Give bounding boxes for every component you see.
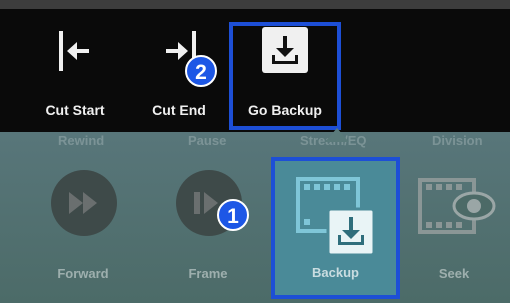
fast-forward-icon [69, 192, 97, 214]
backup-button[interactable]: Backup [271, 157, 400, 299]
pointer-notch [325, 128, 349, 142]
bottom-toolbar: Rewind Pause Stream/EQ Division Forward … [0, 132, 510, 303]
cut-start-label: Cut Start [45, 102, 105, 118]
go-backup-highlight [229, 22, 341, 130]
step-1-badge: 1 [217, 199, 249, 231]
cut-start-icon [59, 31, 89, 71]
cut-start-button[interactable]: Cut Start [30, 9, 120, 132]
status-strip [0, 0, 510, 9]
cut-end-label: Cut End [152, 102, 206, 118]
backup-icon [296, 177, 376, 257]
seek-label: Seek [438, 266, 470, 281]
step-2-badge: 2 [185, 55, 217, 87]
forward-button[interactable]: Forward [33, 132, 133, 281]
frame-label: Frame [188, 266, 228, 281]
seek-button[interactable]: Seek [404, 132, 504, 281]
backup-label: Backup [312, 265, 359, 280]
forward-label: Forward [57, 266, 109, 281]
seek-icon [418, 178, 496, 234]
